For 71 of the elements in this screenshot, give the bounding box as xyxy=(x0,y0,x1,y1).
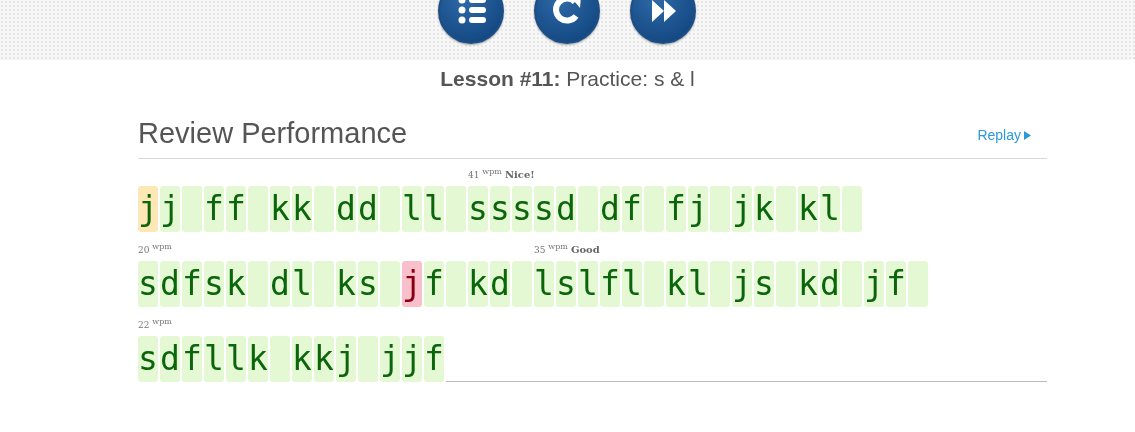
typed-character: k xyxy=(798,261,818,307)
typed-character: f xyxy=(886,261,906,307)
typed-character: s xyxy=(468,186,488,232)
typed-character: s xyxy=(534,186,554,232)
replay-link[interactable]: Replay xyxy=(977,125,1031,146)
typed-character: f xyxy=(424,336,444,382)
lesson-title: Lesson #11: Practice: s & l xyxy=(440,66,695,92)
typed-character: f xyxy=(622,186,642,232)
speed-note: 20 $^{wpm}$ xyxy=(138,243,172,257)
typed-character: d xyxy=(358,186,378,232)
typed-character: s xyxy=(204,261,224,307)
typed-character: k xyxy=(270,186,290,232)
typed-character: d xyxy=(556,186,576,232)
typed-character: f xyxy=(182,336,202,382)
typed-character: s xyxy=(138,261,158,307)
typed-character: l xyxy=(402,186,422,232)
typed-character: k xyxy=(248,336,268,382)
typed-character: k xyxy=(226,261,246,307)
speed-note: 41 $^{wpm}$ xyxy=(468,168,502,182)
typed-character: f xyxy=(600,261,620,307)
typed-character: d xyxy=(820,261,840,307)
typed-character: l xyxy=(578,261,598,307)
typed-character: f xyxy=(666,186,686,232)
play-icon xyxy=(1024,131,1031,140)
typed-character: l xyxy=(226,336,246,382)
typed-character: j xyxy=(138,186,158,232)
typed-character: s xyxy=(138,336,158,382)
typed-character: s xyxy=(358,261,378,307)
typed-character: j xyxy=(336,336,356,382)
typed-character: j xyxy=(380,336,400,382)
typed-character: k xyxy=(468,261,488,307)
typed-character: j xyxy=(160,186,180,232)
typed-character: l xyxy=(622,261,642,307)
typed-character: k xyxy=(798,186,818,232)
typed-character: d xyxy=(600,186,620,232)
typed-character: k xyxy=(314,336,334,382)
typed-character: k xyxy=(336,261,356,307)
typed-character: k xyxy=(292,336,312,382)
typed-character: j xyxy=(688,186,708,232)
typed-character: f xyxy=(182,261,202,307)
speed-note: 35 $^{wpm}$ xyxy=(534,243,568,257)
typed-character: s xyxy=(556,261,576,307)
typed-character: l xyxy=(424,186,444,232)
typed-character: l xyxy=(204,336,224,382)
typed-character: j xyxy=(402,336,422,382)
typed-character: d xyxy=(160,261,180,307)
typed-character: s xyxy=(512,186,532,232)
rating-label: Good xyxy=(570,243,600,257)
rating-label: Nice! xyxy=(504,168,535,182)
typed-character: f xyxy=(204,186,224,232)
typed-character: j xyxy=(732,261,752,307)
typed-character: l xyxy=(292,261,312,307)
typed-character: j xyxy=(402,261,422,307)
typed-character: d xyxy=(490,261,510,307)
typed-character: j xyxy=(732,186,752,232)
typed-character: f xyxy=(226,186,246,232)
typed-character: l xyxy=(688,261,708,307)
typed-character: k xyxy=(666,261,686,307)
typed-character: l xyxy=(534,261,554,307)
typed-character: k xyxy=(754,186,774,232)
typed-character: s xyxy=(490,186,510,232)
typed-character: s xyxy=(754,261,774,307)
typed-character: k xyxy=(292,186,312,232)
typed-character: d xyxy=(160,336,180,382)
speed-note: 22 $^{wpm}$ xyxy=(138,318,172,332)
typed-character: d xyxy=(336,186,356,232)
typed-character: f xyxy=(424,261,444,307)
typed-character: j xyxy=(864,261,884,307)
section-heading: Review Performance xyxy=(138,116,408,150)
typed-character: d xyxy=(270,261,290,307)
typed-character: l xyxy=(820,186,840,232)
